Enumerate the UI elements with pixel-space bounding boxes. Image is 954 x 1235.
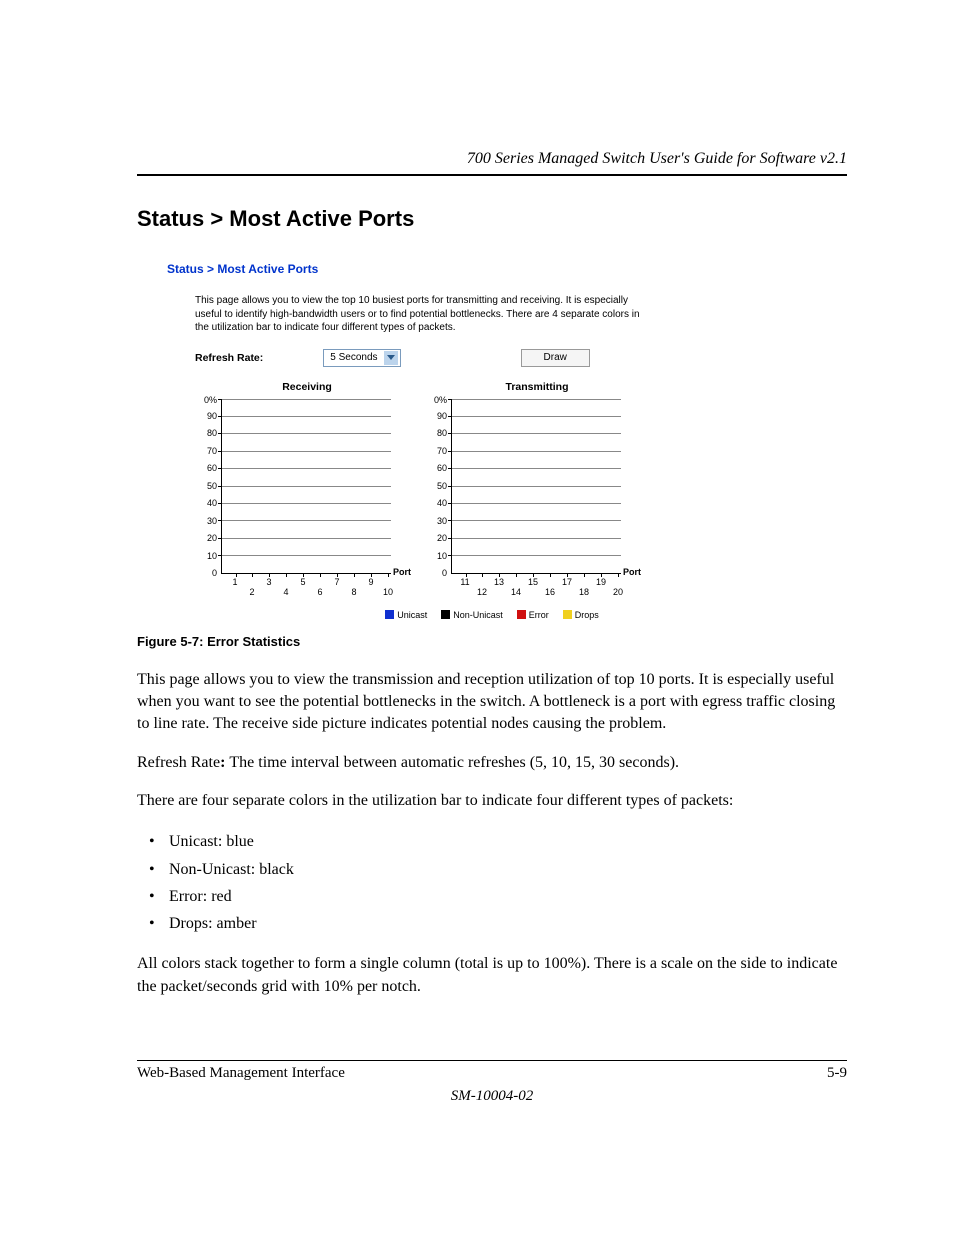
- ytick-label: 20: [195, 533, 217, 543]
- xtick-label: 9: [361, 577, 381, 587]
- refresh-rate-value: 5 Seconds: [330, 352, 377, 363]
- square-icon: [563, 610, 572, 619]
- square-icon: [385, 610, 394, 619]
- xtick-label: 8: [344, 587, 364, 597]
- xtick-label: 7: [327, 577, 347, 587]
- ytick-label: 80: [195, 428, 217, 438]
- ytick-label: 60: [425, 463, 447, 473]
- ytick-label: 0%: [195, 395, 217, 405]
- ytick-label: 30: [195, 516, 217, 526]
- draw-button[interactable]: Draw: [521, 349, 590, 367]
- ytick-label: 20: [425, 533, 447, 543]
- x-axis-label: Port: [623, 567, 641, 577]
- xtick-label: 11: [455, 577, 475, 587]
- page-header: 700 Series Managed Switch User's Guide f…: [137, 150, 847, 176]
- xtick-label: 20: [608, 587, 628, 597]
- transmitting-chart: Transmitting: [425, 381, 635, 592]
- list-item: Non-Unicast: black: [137, 856, 847, 883]
- ytick-label: 40: [195, 498, 217, 508]
- chart-legend: Unicast Non-Unicast Error Drops: [167, 610, 817, 620]
- legend-label: Unicast: [397, 610, 427, 620]
- legend-label: Error: [529, 610, 549, 620]
- body-paragraph-refresh: Refresh Rate: The time interval between …: [137, 752, 847, 774]
- ytick-label: 40: [425, 498, 447, 508]
- xtick-label: 12: [472, 587, 492, 597]
- refresh-rate-term: Refresh Rate: [137, 754, 220, 771]
- ytick-label: 80: [425, 428, 447, 438]
- body-paragraph-1: This page allows you to view the transmi…: [137, 669, 847, 736]
- chart-title-receiving: Receiving: [209, 381, 405, 393]
- guide-title: 700 Series Managed Switch User's Guide f…: [467, 150, 847, 167]
- ytick-label: 0%: [425, 395, 447, 405]
- xtick-label: 16: [540, 587, 560, 597]
- ytick-label: 0: [425, 568, 447, 578]
- list-item: Error: red: [137, 883, 847, 910]
- xtick-label: 19: [591, 577, 611, 587]
- xtick-label: 1: [225, 577, 245, 587]
- ytick-label: 30: [425, 516, 447, 526]
- chevron-down-icon: [384, 351, 398, 365]
- refresh-rate-select[interactable]: 5 Seconds: [323, 349, 400, 367]
- breadcrumb: Status > Most Active Ports: [167, 262, 817, 276]
- footer-doc-number: SM-10004-02: [137, 1088, 847, 1105]
- xtick-label: 13: [489, 577, 509, 587]
- ytick-label: 70: [425, 446, 447, 456]
- xtick-label: 18: [574, 587, 594, 597]
- x-axis-label: Port: [393, 567, 411, 577]
- square-icon: [441, 610, 450, 619]
- refresh-rate-desc: The time interval between automatic refr…: [229, 754, 679, 771]
- legend-label: Drops: [575, 610, 599, 620]
- ytick-label: 50: [195, 481, 217, 491]
- ytick-label: 10: [195, 551, 217, 561]
- xtick-label: 2: [242, 587, 262, 597]
- ytick-label: 90: [425, 411, 447, 421]
- xtick-label: 17: [557, 577, 577, 587]
- body-paragraph-3: There are four separate colors in the ut…: [137, 790, 847, 812]
- list-item: Drops: amber: [137, 910, 847, 937]
- ytick-label: 60: [195, 463, 217, 473]
- legend-error: Error: [517, 610, 549, 620]
- square-icon: [517, 610, 526, 619]
- xtick-label: 10: [378, 587, 398, 597]
- embedded-screenshot: Status > Most Active Ports This page all…: [167, 262, 817, 620]
- xtick-label: 6: [310, 587, 330, 597]
- ytick-label: 90: [195, 411, 217, 421]
- ytick-label: 70: [195, 446, 217, 456]
- legend-drops: Drops: [563, 610, 599, 620]
- bullet-list: Unicast: blue Non-Unicast: black Error: …: [137, 828, 847, 937]
- colon: :: [220, 754, 229, 771]
- page-footer: Web-Based Management Interface 5-9 SM-10…: [137, 1060, 847, 1105]
- receiving-chart: Receiving: [195, 381, 405, 592]
- legend-label: Non-Unicast: [453, 610, 503, 620]
- list-item: Unicast: blue: [137, 828, 847, 855]
- chart-title-transmitting: Transmitting: [439, 381, 635, 393]
- ytick-label: 10: [425, 551, 447, 561]
- body-paragraph-4: All colors stack together to form a sing…: [137, 953, 847, 998]
- footer-section-name: Web-Based Management Interface: [137, 1065, 345, 1082]
- refresh-rate-label: Refresh Rate:: [195, 352, 263, 364]
- figure-caption: Figure 5-7: Error Statistics: [137, 634, 847, 649]
- ytick-label: 50: [425, 481, 447, 491]
- ytick-label: 0: [195, 568, 217, 578]
- section-heading: Status > Most Active Ports: [137, 206, 847, 232]
- xtick-label: 15: [523, 577, 543, 587]
- legend-non-unicast: Non-Unicast: [441, 610, 503, 620]
- screenshot-description: This page allows you to view the top 10 …: [195, 294, 655, 335]
- legend-unicast: Unicast: [385, 610, 427, 620]
- xtick-label: 14: [506, 587, 526, 597]
- xtick-label: 3: [259, 577, 279, 587]
- xtick-label: 4: [276, 587, 296, 597]
- xtick-label: 5: [293, 577, 313, 587]
- footer-page-number: 5-9: [827, 1065, 847, 1082]
